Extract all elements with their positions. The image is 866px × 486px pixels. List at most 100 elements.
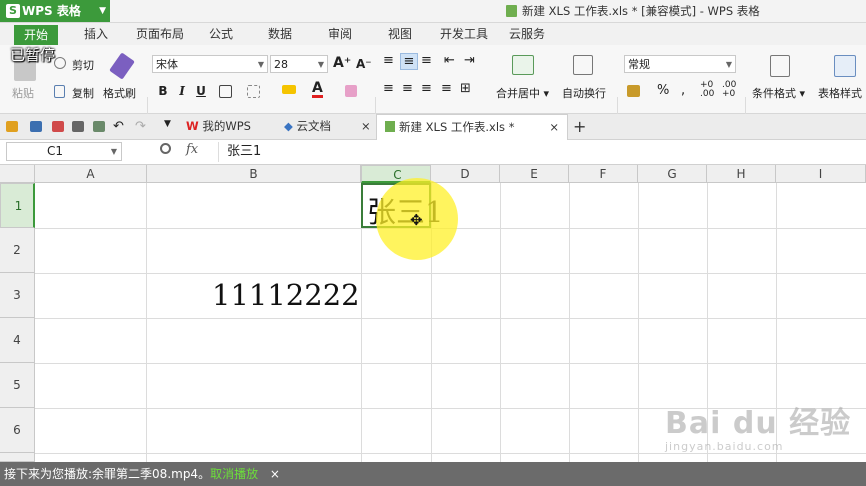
tab-close-left[interactable]: × [361, 114, 371, 139]
chevron-down-icon: ▼ [110, 147, 117, 156]
column-header-h[interactable]: H [707, 165, 776, 183]
row-header-1[interactable]: 1 [0, 183, 35, 228]
tab-active-workbook[interactable]: 新建 XLS 工作表.xls * × [376, 114, 568, 140]
table-style-icon[interactable] [834, 55, 856, 77]
row-header-7[interactable] [0, 453, 35, 462]
menu-formulas[interactable]: 公式 [209, 23, 233, 45]
formula-input[interactable]: 张三1 [218, 142, 261, 162]
window-title-text: 新建 XLS 工作表.xls * [兼容模式] - WPS 表格 [522, 4, 760, 18]
save-icon[interactable] [30, 121, 42, 132]
font-size-select[interactable]: 28 ▼ [270, 55, 328, 73]
row-header-6[interactable]: 6 [0, 408, 35, 453]
menu-cloud-service[interactable]: 云服务 [509, 23, 545, 45]
column-header-f[interactable]: F [569, 165, 638, 183]
merge-center-icon[interactable] [512, 55, 534, 75]
number-format-value: 常规 [628, 58, 650, 71]
menu-page-layout[interactable]: 页面布局 [136, 23, 184, 45]
column-header-d[interactable]: D [431, 165, 500, 183]
column-header-i[interactable]: I [776, 165, 866, 183]
cut-button[interactable]: 剪切 [72, 57, 94, 73]
justify-icon[interactable]: ≡ [441, 81, 452, 96]
format-painter-icon[interactable] [109, 52, 135, 80]
wrap-text-button[interactable]: 自动换行 [562, 85, 606, 101]
cell-border-style-icon[interactable] [247, 85, 260, 98]
row-header-5[interactable]: 5 [0, 363, 35, 408]
align-middle-icon[interactable]: ≡ [400, 53, 418, 70]
row-header-2[interactable]: 2 [0, 228, 35, 273]
increase-decimal-icon[interactable]: +0.00 [700, 81, 714, 99]
menu-data[interactable]: 数据 [268, 23, 292, 45]
scissors-icon[interactable] [54, 57, 66, 69]
copy-icon[interactable] [54, 85, 65, 98]
select-all-corner[interactable] [0, 165, 35, 183]
underline-button[interactable]: U [193, 83, 209, 99]
menu-review[interactable]: 审阅 [328, 23, 352, 45]
paste-label[interactable]: 粘贴 [12, 85, 34, 101]
borders-icon[interactable] [219, 85, 232, 98]
merge-center-button[interactable]: 合并居中 ▾ [496, 85, 549, 101]
window-title: 新建 XLS 工作表.xls * [兼容模式] - WPS 表格 [506, 0, 760, 22]
new-tab-button[interactable]: + [573, 114, 586, 139]
decrease-indent-icon[interactable]: ⇤ [444, 53, 455, 68]
menu-home[interactable]: 开始 [14, 25, 59, 45]
undo-icon[interactable]: ↶ [113, 119, 124, 134]
fx-icon[interactable]: fx [186, 142, 198, 157]
column-header-g[interactable]: G [638, 165, 707, 183]
clear-format-icon[interactable] [345, 85, 357, 97]
search-zoom-icon[interactable] [160, 143, 171, 154]
font-name-select[interactable]: 宋体 ▼ [152, 55, 268, 73]
open-folder-icon[interactable] [6, 121, 18, 132]
percent-button[interactable]: % [657, 83, 669, 98]
align-right-icon[interactable]: ≡ [421, 81, 432, 96]
number-format-select[interactable]: 常规 ▼ [624, 55, 736, 73]
menu-developer[interactable]: 开发工具 [440, 23, 488, 45]
italic-button[interactable]: I [174, 83, 190, 99]
row-header-4[interactable]: 4 [0, 318, 35, 363]
cloud-cube-icon: ◆ [284, 119, 293, 133]
decrease-font-icon[interactable]: A⁻ [356, 57, 372, 71]
menu-view[interactable]: 视图 [388, 23, 412, 45]
print-icon[interactable] [72, 121, 84, 132]
currency-icon[interactable] [627, 85, 640, 97]
print-preview-icon[interactable] [93, 121, 105, 132]
column-header-e[interactable]: E [500, 165, 569, 183]
cancel-playback-link[interactable]: 取消播放 [210, 467, 258, 481]
wrap-text-icon[interactable] [573, 55, 593, 75]
increase-indent-icon[interactable]: ⇥ [464, 53, 475, 68]
wps-w-icon: W [186, 119, 199, 133]
font-color-icon[interactable]: A [312, 81, 323, 98]
decrease-decimal-icon[interactable]: .00 +0 [722, 81, 736, 99]
app-menu-button[interactable]: S WPS 表格 ▼ [0, 0, 110, 22]
quick-access-dropdown-icon[interactable]: ▼ [164, 119, 171, 129]
column-header-a[interactable]: A [35, 165, 147, 183]
close-icon[interactable]: × [549, 115, 559, 140]
conditional-format-button[interactable]: 条件格式 ▾ [752, 85, 805, 101]
column-header-b[interactable]: B [147, 165, 361, 183]
export-pdf-icon[interactable] [52, 121, 64, 132]
distributed-icon[interactable]: ⊞ [460, 81, 471, 96]
font-name-value: 宋体 [156, 58, 178, 71]
tab-my-wps[interactable]: W 我的WPS [186, 114, 251, 139]
format-painter-button[interactable]: 格式刷 [103, 85, 136, 101]
menu-insert[interactable]: 插入 [84, 23, 108, 45]
gridline [638, 183, 639, 462]
conditional-format-label: 条件格式 [752, 87, 796, 100]
baidu-watermark: Bai du 经验 jingyan.baidu.com [665, 398, 851, 453]
align-left-icon[interactable]: ≡ [383, 81, 394, 96]
align-top-icon[interactable]: ≡ [383, 53, 394, 68]
align-bottom-icon[interactable]: ≡ [421, 53, 432, 68]
redo-icon[interactable]: ↷ [135, 119, 146, 134]
align-center-icon[interactable]: ≡ [402, 81, 413, 96]
conditional-format-icon[interactable] [770, 55, 790, 77]
tab-cloud-docs[interactable]: ◆ 云文档 [284, 114, 331, 139]
name-box[interactable]: C1 ▼ [6, 142, 122, 161]
row-header-3[interactable]: 3 [0, 273, 35, 318]
close-icon[interactable]: × [270, 467, 280, 481]
thousands-separator-icon[interactable]: , [681, 83, 685, 98]
bold-button[interactable]: B [155, 83, 171, 99]
copy-button[interactable]: 复制 [72, 85, 94, 101]
fill-color-icon[interactable] [282, 85, 296, 94]
table-style-button[interactable]: 表格样式 [818, 85, 862, 101]
increase-font-icon[interactable]: A⁺ [333, 55, 351, 71]
cell-b3[interactable]: 11112222 [212, 278, 360, 312]
